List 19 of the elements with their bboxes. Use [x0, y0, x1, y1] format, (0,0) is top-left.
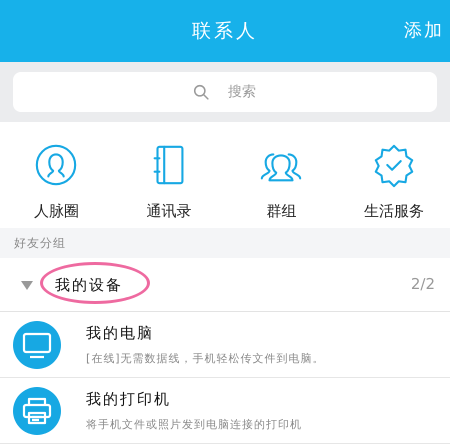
group-name: 我的设备	[55, 276, 123, 294]
group-count: 2/2	[410, 274, 435, 296]
section-label: 好友分组	[14, 235, 66, 252]
device-row[interactable]: 我的电脑 [在线]无需数据线，手机轻松传文件到电脑。	[0, 312, 450, 378]
device-name: 我的打印机	[86, 389, 172, 410]
shortcut-button[interactable]: 生活服务	[338, 142, 450, 222]
page-title: 联系人	[192, 18, 258, 44]
search-icon	[193, 84, 210, 101]
shortcut-button[interactable]: 通讯录	[112, 142, 225, 222]
device-name: 我的电脑	[86, 323, 155, 344]
search-field[interactable]: 搜索	[13, 72, 437, 112]
printer-icon	[13, 386, 61, 434]
device-description: 将手机文件或照片发到电脑连接的打印机	[86, 416, 302, 432]
group-header[interactable]: 我的设备 2/2	[0, 258, 450, 312]
shortcut-button[interactable]: 群组	[225, 142, 338, 222]
device-row[interactable]: 我的打印机 将手机文件或照片发到电脑连接的打印机	[0, 378, 450, 444]
shortcut-button[interactable]: 人脉圈	[0, 142, 112, 222]
monitor-icon	[13, 320, 61, 368]
device-description: [在线]无需数据线，手机轻松传文件到电脑。	[86, 350, 325, 366]
